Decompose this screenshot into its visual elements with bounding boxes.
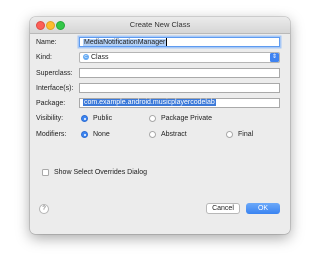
- ok-button[interactable]: OK: [246, 203, 280, 214]
- kind-value: Class: [91, 54, 109, 61]
- modifiers-final-label[interactable]: Final: [238, 131, 253, 138]
- superclass-label: Superclass:: [36, 70, 73, 77]
- modifiers-none-label[interactable]: None: [93, 131, 110, 138]
- interfaces-input[interactable]: [79, 83, 280, 93]
- visibility-public-label[interactable]: Public: [93, 115, 112, 122]
- visibility-package-private-label[interactable]: Package Private: [161, 115, 212, 122]
- title-bar[interactable]: Create New Class: [30, 17, 290, 34]
- name-label: Name:: [36, 39, 57, 46]
- modifiers-abstract-label[interactable]: Abstract: [161, 131, 187, 138]
- package-input[interactable]: com.example.android.musicplayercodelab: [79, 98, 280, 108]
- window-title: Create New Class: [129, 20, 191, 29]
- create-class-dialog: Create New Class Name: MediaNotification…: [30, 17, 290, 234]
- name-value: MediaNotificationManager: [83, 38, 167, 46]
- modifiers-abstract-radio[interactable]: [149, 131, 156, 138]
- show-overrides-label[interactable]: Show Select Overrides Dialog: [54, 169, 147, 176]
- cancel-button[interactable]: Cancel: [206, 203, 240, 214]
- help-button[interactable]: ?: [39, 204, 49, 214]
- kind-label: Kind:: [36, 54, 52, 61]
- modifiers-none-radio[interactable]: [81, 131, 88, 138]
- visibility-package-private-radio[interactable]: [149, 115, 156, 122]
- class-icon: C: [83, 54, 89, 61]
- visibility-public-radio[interactable]: [81, 115, 88, 122]
- interfaces-label: Interface(s):: [36, 85, 74, 92]
- show-overrides-checkbox[interactable]: [42, 169, 49, 176]
- chevron-updown-icon[interactable]: ⇕: [270, 53, 279, 62]
- package-value: com.example.android.musicplayercodelab: [83, 99, 216, 106]
- text-caret: [166, 38, 168, 46]
- visibility-label: Visibility:: [36, 115, 64, 122]
- kind-select[interactable]: C Class ⇕: [79, 52, 280, 63]
- modifiers-label: Modifiers:: [36, 131, 67, 138]
- package-label: Package:: [36, 100, 66, 107]
- name-input[interactable]: MediaNotificationManager: [79, 37, 280, 47]
- modifiers-final-radio[interactable]: [226, 131, 233, 138]
- superclass-input[interactable]: [79, 68, 280, 78]
